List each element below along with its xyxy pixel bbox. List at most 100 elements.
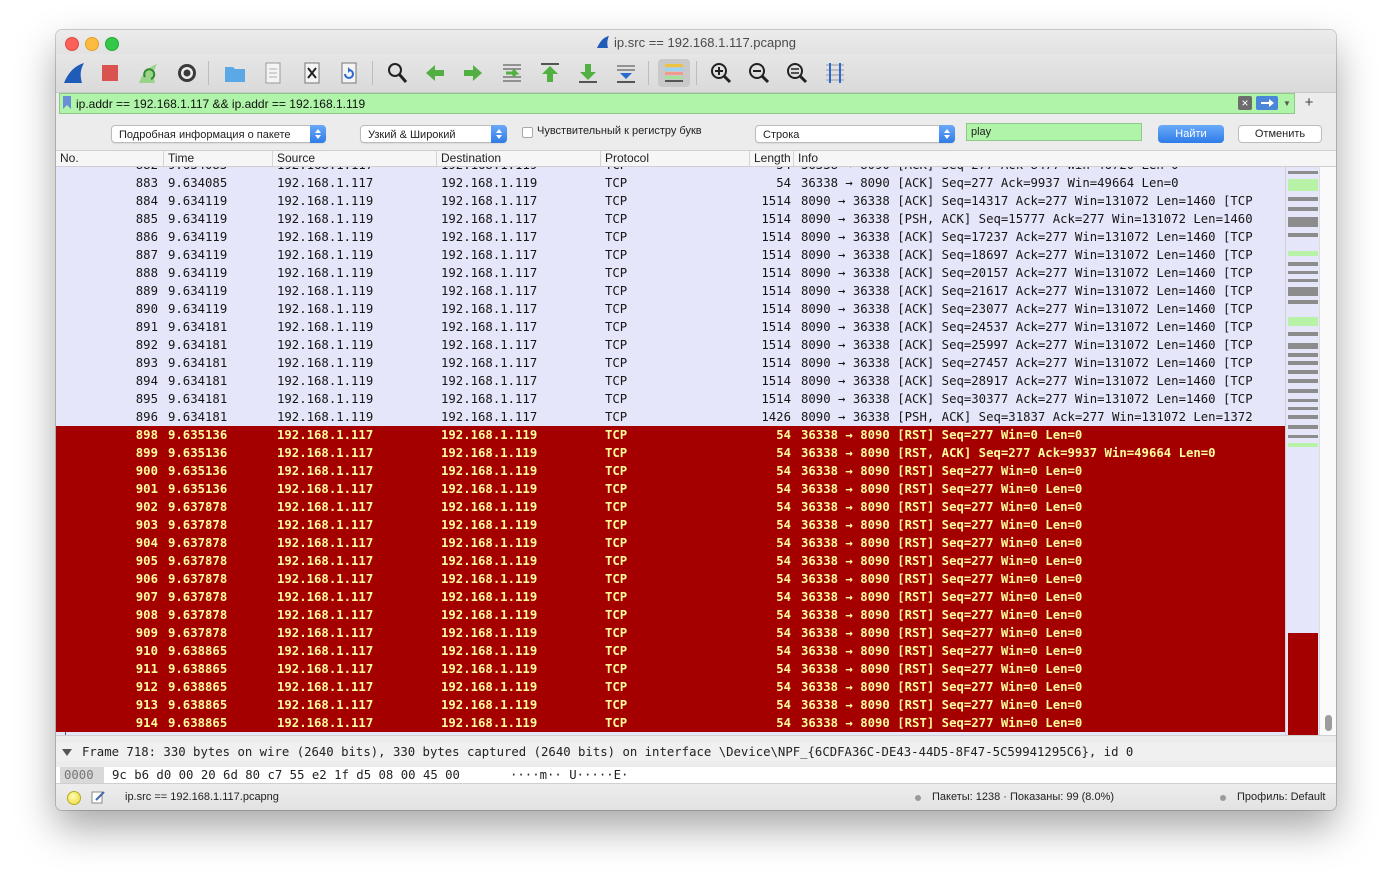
reload-file-button[interactable] — [335, 59, 363, 87]
packet-row[interactable]: 885 9.634119 192.168.1.119 192.168.1.117 TCP… — [56, 210, 1285, 228]
goto-packet-button[interactable] — [498, 59, 526, 87]
packet-cell-src: 192.168.1.117 — [277, 644, 374, 658]
resize-columns-button[interactable] — [821, 59, 849, 87]
packet-row[interactable]: 896 9.634181 192.168.1.119 192.168.1.117 TCP… — [56, 408, 1285, 426]
column-header-length[interactable]: Length — [749, 151, 793, 166]
search-scope-select[interactable]: Подробная информация о пакете — [111, 125, 326, 143]
charset-select[interactable]: Узкий & Широкий — [360, 125, 507, 143]
add-filter-button-icon[interactable]: + — [1303, 93, 1315, 112]
close-file-icon — [304, 62, 320, 84]
packet-row[interactable]: 898 9.635136 192.168.1.117 192.168.1.119 TCP… — [56, 426, 1285, 444]
packet-row[interactable]: 891 9.634181 192.168.1.119 192.168.1.117 TCP… — [56, 318, 1285, 336]
apply-filter-button[interactable] — [1256, 96, 1278, 110]
packet-row[interactable]: 893 9.634181 192.168.1.119 192.168.1.117 TCP… — [56, 354, 1285, 372]
packet-cell-dst: 192.168.1.119 — [441, 680, 538, 694]
packet-row[interactable]: 914 9.638865 192.168.1.117 192.168.1.119 TCP… — [56, 714, 1285, 732]
column-header-destination[interactable]: Destination — [436, 151, 600, 166]
packet-row[interactable]: 907 9.637878 192.168.1.117 192.168.1.119 TCP… — [56, 588, 1285, 606]
autoscroll-button[interactable] — [612, 59, 640, 87]
packet-cell-proto: TCP — [605, 338, 628, 352]
packet-row[interactable]: 888 9.634119 192.168.1.119 192.168.1.117 TCP… — [56, 264, 1285, 282]
column-header-no[interactable]: No. — [56, 151, 163, 166]
packet-row[interactable]: 908 9.637878 192.168.1.117 192.168.1.119 TCP… — [56, 606, 1285, 624]
close-file-button[interactable] — [298, 59, 326, 87]
packet-cell-len: 54 — [776, 662, 791, 676]
packet-cell-info: 36338 → 8090 [RST] Seq=277 Win=0 Len=0 — [801, 428, 1083, 442]
packet-row[interactable]: 889 9.634119 192.168.1.119 192.168.1.117 TCP… — [56, 282, 1285, 300]
packet-row[interactable]: 900 9.635136 192.168.1.117 192.168.1.119 TCP… — [56, 462, 1285, 480]
expand-triangle-icon[interactable] — [62, 749, 72, 756]
packet-row[interactable]: 884 9.634119 192.168.1.119 192.168.1.117 TCP… — [56, 192, 1285, 210]
packet-cell-len: 54 — [776, 482, 791, 496]
display-filter-input[interactable] — [76, 94, 1226, 113]
search-query-input[interactable]: play — [966, 123, 1142, 141]
last-packet-button[interactable] — [574, 59, 602, 87]
packet-cell-dst: 192.168.1.117 — [441, 356, 538, 370]
packet-row[interactable]: 910 9.638865 192.168.1.117 192.168.1.119 TCP… — [56, 642, 1285, 660]
stop-capture-button[interactable] — [96, 59, 124, 87]
packet-row[interactable]: 899 9.635136 192.168.1.117 192.168.1.119 TCP… — [56, 444, 1285, 462]
go-back-button[interactable] — [421, 59, 449, 87]
restart-capture-button[interactable] — [134, 59, 162, 87]
open-file-button[interactable] — [221, 59, 249, 87]
edit-comment-icon[interactable] — [90, 789, 106, 805]
colorize-button[interactable] — [658, 59, 690, 87]
packet-row[interactable]: 892 9.634181 192.168.1.119 192.168.1.117 TCP… — [56, 336, 1285, 354]
find-packet-button[interactable] — [383, 59, 411, 87]
packet-row[interactable]: 913 9.638865 192.168.1.117 192.168.1.119 TCP… — [56, 696, 1285, 714]
column-header-time[interactable]: Time — [163, 151, 272, 166]
column-header-protocol[interactable]: Protocol — [600, 151, 749, 166]
packet-row[interactable]: 886 9.634119 192.168.1.119 192.168.1.117 TCP… — [56, 228, 1285, 246]
filter-history-dropdown-icon[interactable]: ▼ — [1281, 94, 1293, 113]
packet-row[interactable]: 882 9.634085 192.168.1.117 192.168.1.119 TCP… — [56, 167, 1285, 174]
bookmark-icon[interactable] — [63, 96, 71, 109]
packet-cell-src: 192.168.1.119 — [277, 338, 374, 352]
capture-options-button[interactable] — [173, 59, 201, 87]
packet-cell-dst: 192.168.1.119 — [441, 464, 538, 478]
packet-cell-info: 8090 → 36338 [ACK] Seq=17237 Ack=277 Win… — [801, 230, 1253, 244]
packet-row[interactable]: 883 9.634085 192.168.1.117 192.168.1.119 TCP… — [56, 174, 1285, 192]
packet-row[interactable]: 887 9.634119 192.168.1.119 192.168.1.117 TCP… — [56, 246, 1285, 264]
packet-row[interactable]: 912 9.638865 192.168.1.117 192.168.1.119 TCP… — [56, 678, 1285, 696]
column-header-source[interactable]: Source — [272, 151, 436, 166]
packet-cell-len: 54 — [776, 464, 791, 478]
packet-cell-proto: TCP — [605, 608, 628, 622]
packet-row[interactable]: 901 9.635136 192.168.1.117 192.168.1.119 TCP… — [56, 480, 1285, 498]
search-type-select[interactable]: Строка — [755, 125, 955, 143]
packet-row[interactable]: 890 9.634119 192.168.1.119 192.168.1.117 TCP… — [56, 300, 1285, 318]
zoom-in-button[interactable] — [707, 59, 735, 87]
zoom-out-button[interactable] — [745, 59, 773, 87]
first-packet-button[interactable] — [536, 59, 564, 87]
packet-row[interactable]: 902 9.637878 192.168.1.117 192.168.1.119 TCP… — [56, 498, 1285, 516]
clear-filter-icon[interactable]: × — [1238, 96, 1252, 110]
packet-cell-len: 54 — [776, 446, 791, 460]
packet-list[interactable]: 882 9.634085 192.168.1.117 192.168.1.119 TCP… — [56, 167, 1285, 735]
packet-row[interactable]: 894 9.634181 192.168.1.119 192.168.1.117 TCP… — [56, 372, 1285, 390]
save-file-button[interactable] — [259, 59, 287, 87]
packet-row[interactable]: 911 9.638865 192.168.1.117 192.168.1.119 TCP… — [56, 660, 1285, 678]
minimap-stripe — [1288, 443, 1318, 447]
start-capture-button[interactable] — [60, 59, 88, 87]
packet-cell-no: 907 — [135, 590, 158, 604]
packet-row[interactable]: 905 9.637878 192.168.1.117 192.168.1.119 TCP… — [56, 552, 1285, 570]
packet-row[interactable]: 906 9.637878 192.168.1.117 192.168.1.119 TCP… — [56, 570, 1285, 588]
autoscroll-icon — [617, 65, 635, 83]
packet-bytes-pane[interactable]: 0000 9c b6 d0 00 20 6d 80 c7 55 e2 1f d5… — [56, 767, 1336, 784]
packet-list-scrollbar[interactable] — [1319, 167, 1336, 735]
packet-minimap[interactable] — [1285, 167, 1320, 735]
packet-row[interactable]: 909 9.637878 192.168.1.117 192.168.1.119 TCP… — [56, 624, 1285, 642]
packet-row[interactable]: 895 9.634181 192.168.1.119 192.168.1.117 TCP… — [56, 390, 1285, 408]
expert-info-icon[interactable] — [67, 791, 81, 805]
packet-detail-pane[interactable]: Frame 718: 330 bytes on wire (2640 bits)… — [56, 743, 1336, 762]
packet-row[interactable]: 903 9.637878 192.168.1.117 192.168.1.119 TCP… — [56, 516, 1285, 534]
case-sensitive-checkbox[interactable] — [522, 127, 533, 138]
scrollbar-thumb[interactable] — [1325, 715, 1332, 731]
go-forward-button[interactable] — [459, 59, 487, 87]
column-header-info[interactable]: Info — [793, 151, 1336, 166]
find-button[interactable]: Найти — [1158, 125, 1224, 143]
status-profile[interactable]: Профиль: Default — [1237, 787, 1325, 807]
cancel-find-button[interactable]: Отменить — [1238, 125, 1322, 143]
zoom-normal-button[interactable] — [783, 59, 811, 87]
minimap-stripe — [1288, 370, 1318, 374]
packet-row[interactable]: 904 9.637878 192.168.1.117 192.168.1.119 TCP… — [56, 534, 1285, 552]
